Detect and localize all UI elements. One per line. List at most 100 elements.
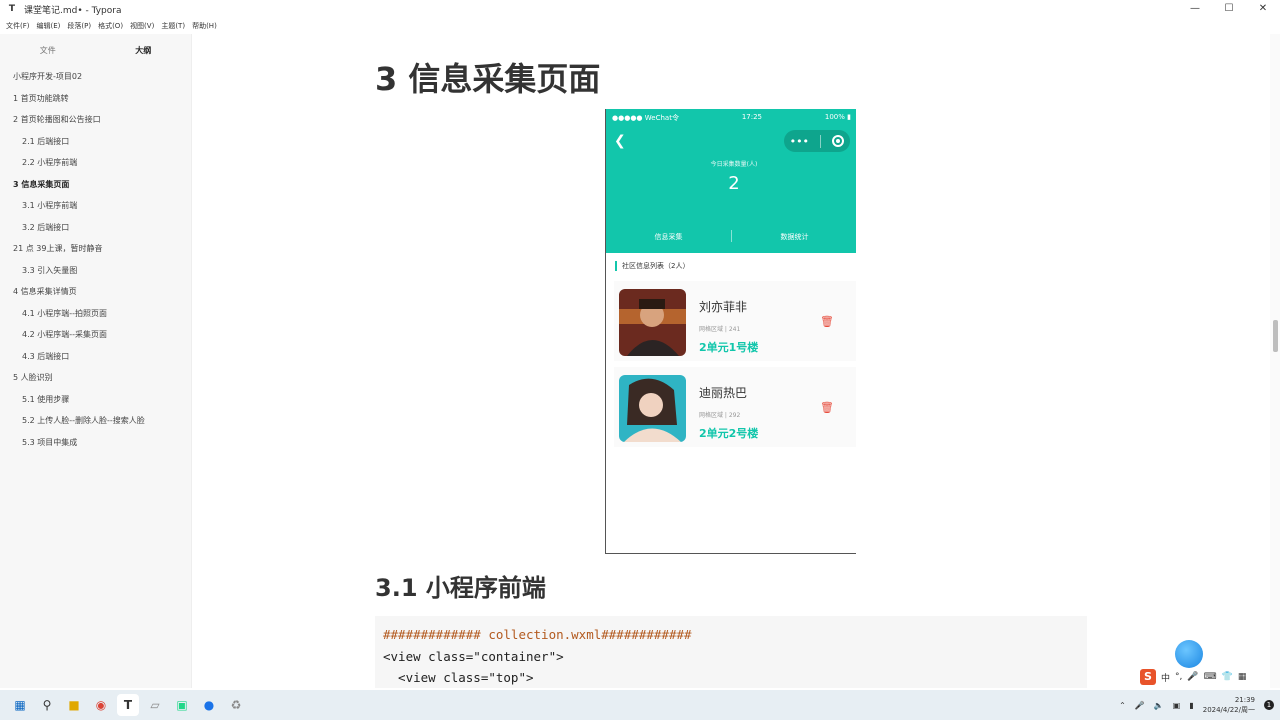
person-address: 2单元2号楼 <box>699 427 759 440</box>
punctuation-icon[interactable]: °, <box>1175 672 1182 682</box>
person-card: 刘亦菲非 网格区域 | 241 2单元1号楼 🗑 <box>614 281 856 361</box>
scrollbar-thumb[interactable] <box>1273 320 1278 352</box>
menu-edit[interactable]: 编辑(E) <box>37 21 61 31</box>
outline-item[interactable]: 3.3 引入矢量图 <box>0 260 191 282</box>
outline-item-active[interactable]: 3 信息采集页面 <box>0 174 191 196</box>
person-area: 网格区域 | 241 <box>699 326 741 333</box>
maximize-button[interactable]: ☐ <box>1212 0 1246 18</box>
outline-item[interactable]: 5.2 上传人脸--删除人脸--搜索人脸 <box>0 410 191 432</box>
battery-icon[interactable]: ▮ <box>1189 701 1193 710</box>
outline-item[interactable]: 2.1 后端接口 <box>0 131 191 153</box>
more-dots-icon: ••• <box>789 134 810 148</box>
speaker-icon[interactable]: 🔈 <box>1154 701 1164 710</box>
code-line: ############# collection.wxml###########… <box>383 627 692 642</box>
phone-status-bar: ●●●●● WeChat令 17:25 100% ▮ <box>612 113 851 123</box>
person-photo <box>619 375 686 442</box>
window-controls: — ☐ ✕ <box>1178 0 1280 18</box>
app-icon[interactable]: ▱ <box>144 694 166 716</box>
clock-time: 21:39 <box>1234 696 1255 704</box>
outline-item[interactable]: 小程序开发-项目02 <box>0 66 191 88</box>
trash-icon: 🗑 <box>820 401 834 414</box>
menu-paragraph[interactable]: 段落(P) <box>67 21 91 31</box>
trash-icon: 🗑 <box>820 315 834 328</box>
status-time: 17:25 <box>741 113 763 121</box>
chevron-up-icon[interactable]: ⌃ <box>1119 701 1126 710</box>
outline-item[interactable]: 4 信息采集详情页 <box>0 281 191 303</box>
menu-bar: 文件(F) 编辑(E) 段落(P) 格式(O) 视图(V) 主题(T) 帮助(H… <box>0 18 1280 34</box>
ime-lang[interactable]: 中 <box>1161 671 1170 684</box>
outline-item[interactable]: 3.1 小程序前端 <box>0 195 191 217</box>
battery-percent: 100% <box>824 113 845 121</box>
phone-header: ●●●●● WeChat令 17:25 100% ▮ ❮ ••• 今日采集数量(… <box>606 109 856 253</box>
grid-menu-icon[interactable]: ▦ <box>1238 672 1247 682</box>
ime-toolbar: S 中 °, 🎤 ⌨ 👕 ▦ <box>1138 668 1270 686</box>
outline-item[interactable]: 4.1 小程序端--拍照页面 <box>0 303 191 325</box>
nav-collect: 信息采集 <box>654 233 683 241</box>
floating-assistant-icon[interactable] <box>1175 640 1203 668</box>
person-name: 刘亦菲非 <box>699 300 748 314</box>
vertical-scrollbar[interactable] <box>1270 34 1280 688</box>
phone-nav: 信息采集 数据统计 <box>606 230 856 242</box>
keyboard-icon[interactable]: ⌨ <box>1204 672 1217 682</box>
chrome-icon[interactable]: ◉ <box>90 694 112 716</box>
sidebar: 文件 大纲 小程序开发-项目02 1 首页功能跳转 2 首页轮播图和公告接口 2… <box>0 34 192 688</box>
menu-help[interactable]: 帮助(H) <box>192 21 217 31</box>
network-icon[interactable]: ▣ <box>1173 701 1181 710</box>
window-title: 课堂笔记.md• - Typora <box>24 5 122 16</box>
file-explorer-icon[interactable]: ■ <box>63 694 85 716</box>
browser-icon[interactable]: ● <box>198 694 220 716</box>
code-block[interactable]: ############# collection.wxml###########… <box>375 616 1087 688</box>
phone-screenshot-image: ●●●●● WeChat令 17:25 100% ▮ ❮ ••• 今日采集数量(… <box>605 109 856 554</box>
outline-item[interactable]: 5.3 项目中集成 <box>0 432 191 454</box>
person-address: 2单元1号楼 <box>699 341 759 354</box>
microphone-icon[interactable]: 🎤 <box>1187 672 1198 682</box>
menu-file[interactable]: 文件(F) <box>6 21 30 31</box>
outline-item[interactable]: 1 首页功能跳转 <box>0 88 191 110</box>
person-photo <box>619 289 686 356</box>
back-arrow-icon: ❮ <box>614 133 626 149</box>
pycharm-icon[interactable]: ▣ <box>171 694 193 716</box>
person-name: 迪丽热巴 <box>699 386 748 400</box>
windows-start-icon[interactable]: ▦ <box>9 694 31 716</box>
recycle-icon[interactable]: ♻ <box>225 694 247 716</box>
menu-format[interactable]: 格式(O) <box>98 21 123 31</box>
outline-item[interactable]: 5 人脸识别 <box>0 367 191 389</box>
outline-item[interactable]: 4.2 小程序端--采集页面 <box>0 324 191 346</box>
typora-icon[interactable]: T <box>117 694 139 716</box>
editor-pane[interactable]: 3 信息采集页面 ●●●●● WeChat令 17:25 100% ▮ ❮ ••… <box>193 34 1268 688</box>
outline-item[interactable]: 3.2 后端接口 <box>0 217 191 239</box>
system-tray: ⌃ 🎤 🔈 ▣ ▮ 21:39 2024/4/22/周一 1 <box>1119 690 1274 720</box>
menu-theme[interactable]: 主题(T) <box>161 21 185 31</box>
notification-icon[interactable]: 1 <box>1264 700 1274 710</box>
typora-icon: T <box>8 4 16 14</box>
miniprogram-capsule: ••• <box>784 130 850 152</box>
person-card: 迪丽热巴 网格区域 | 292 2单元2号楼 🗑 <box>614 367 856 447</box>
clock-date: 2024/4/22/周一 <box>1202 706 1255 714</box>
search-icon[interactable]: ⚲ <box>36 694 58 716</box>
close-target-icon <box>832 135 845 147</box>
minimize-button[interactable]: — <box>1178 0 1212 18</box>
outline-item[interactable]: 21 点 39上课，暂时静音 <box>0 238 191 260</box>
sogou-logo-icon[interactable]: S <box>1140 669 1156 685</box>
tab-files[interactable]: 文件 <box>0 45 96 56</box>
tab-outline[interactable]: 大纲 <box>96 45 192 56</box>
outline-item[interactable]: 2.2 小程序前端 <box>0 152 191 174</box>
heading-section-3-1: 3.1 小程序前端 <box>375 574 546 602</box>
outline-item[interactable]: 4.3 后端接口 <box>0 346 191 368</box>
outline-item[interactable]: 5.1 使用步骤 <box>0 389 191 411</box>
carrier-text: ●●●●● WeChat令 <box>612 114 679 122</box>
nav-stats: 数据统计 <box>780 233 809 241</box>
person-area: 网格区域 | 292 <box>699 412 741 419</box>
battery-text: 100% ▮ <box>825 113 851 123</box>
battery-icon: ▮ <box>847 113 851 121</box>
code-line: <view class="top"> <box>383 670 534 685</box>
outline-item[interactable]: 2 首页轮播图和公告接口 <box>0 109 191 131</box>
skin-icon[interactable]: 👕 <box>1222 672 1233 682</box>
microphone-icon[interactable]: 🎤 <box>1135 701 1145 710</box>
sidebar-tabs: 文件 大纲 <box>0 34 191 66</box>
capsule-divider <box>820 134 822 148</box>
close-button[interactable]: ✕ <box>1246 0 1280 18</box>
heading-section-3: 3 信息采集页面 <box>375 60 601 98</box>
menu-view[interactable]: 视图(V) <box>130 21 154 31</box>
clock[interactable]: 21:39 2024/4/22/周一 <box>1203 695 1255 715</box>
